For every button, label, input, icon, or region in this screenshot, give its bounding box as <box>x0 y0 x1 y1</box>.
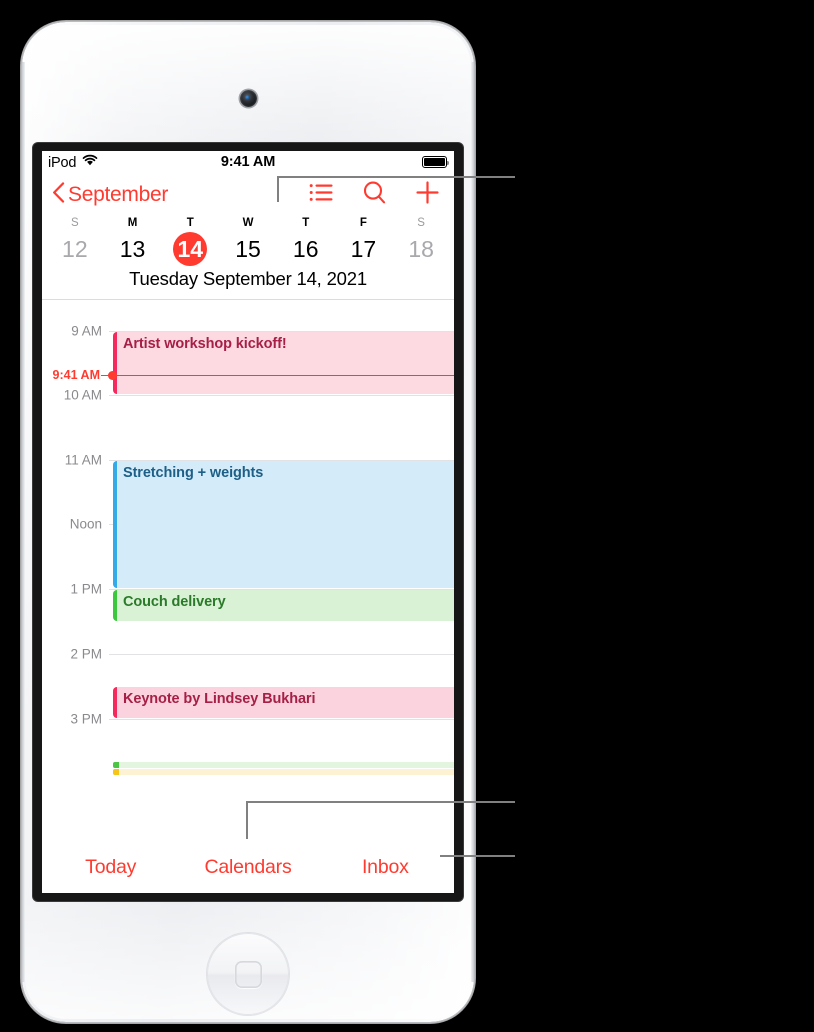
ipod-touch-device: iPod 9:41 AM September S M T W T F S 12 … <box>22 22 474 1022</box>
callout-inbox-horizontal <box>440 855 515 857</box>
screen-bezel: iPod 9:41 AM September S M T W T F S 12 … <box>33 143 463 901</box>
weekday-header-0: S <box>71 217 79 229</box>
calendar-event[interactable]: Stretching + weights <box>113 461 454 588</box>
today-button[interactable]: Today <box>42 856 179 879</box>
bottom-toolbar: Today Calendars Inbox <box>42 841 454 893</box>
hour-label: 11 AM <box>64 452 102 468</box>
day-cell-18[interactable]: 18 <box>392 231 450 265</box>
status-bar: iPod 9:41 AM <box>42 151 454 173</box>
battery-tip <box>447 160 450 166</box>
hour-label: 9 AM <box>71 323 102 339</box>
day-cell-12[interactable]: 12 <box>46 231 104 265</box>
camera-lens <box>244 94 250 100</box>
home-button-square-icon <box>235 961 262 988</box>
day-timeline[interactable]: 9 AM 10 AM 11 AM Noon 1 PM 2 PM 3 PM Artist wor… <box>42 300 454 809</box>
hour-label: 2 PM <box>70 646 102 662</box>
weekday-header-3: W <box>242 217 254 229</box>
day-number-label: 17 <box>350 235 377 262</box>
list-view-button[interactable] <box>309 182 334 208</box>
calendar-event[interactable]: Artist workshop kickoff! <box>113 332 454 394</box>
weekday-header-5: F <box>359 217 367 229</box>
calendar-event[interactable] <box>113 762 454 768</box>
battery-full-icon <box>422 156 450 168</box>
hour-gridline <box>109 719 454 720</box>
event-title: Keynote by Lindsey Bukhari <box>123 691 316 707</box>
nav-bar-actions <box>309 180 442 210</box>
front-camera-icon <box>239 90 257 107</box>
day-number-label: 14 <box>173 232 208 266</box>
event-color-bar <box>113 762 119 768</box>
callout-list-view-horizontal <box>277 176 515 178</box>
hour-label: 10 AM <box>63 387 102 403</box>
inbox-button[interactable]: Inbox <box>317 856 454 879</box>
search-button[interactable] <box>362 180 387 210</box>
day-cell-16[interactable]: 16 <box>277 231 335 265</box>
chevron-left-icon <box>52 182 65 209</box>
status-bar-right <box>422 156 450 168</box>
event-color-bar <box>113 769 119 775</box>
device-edge-right <box>471 62 474 982</box>
screen: iPod 9:41 AM September S M T W T F S 12 … <box>42 151 454 893</box>
event-color-bar <box>113 687 117 718</box>
calendars-button[interactable]: Calendars <box>179 856 316 879</box>
day-number-label: 16 <box>292 235 319 262</box>
battery-fill <box>424 158 445 166</box>
calendar-event[interactable] <box>113 769 454 775</box>
calendar-event[interactable]: Keynote by Lindsey Bukhari <box>113 687 454 718</box>
event-title: Artist workshop kickoff! <box>123 336 287 352</box>
week-strip: S M T W T F S 12 13 14 15 16 17 18 Tuesday September… <box>42 217 454 299</box>
day-cell-13[interactable]: 13 <box>104 231 162 265</box>
wifi-icon <box>82 154 98 170</box>
status-bar-time: 9:41 AM <box>220 154 276 170</box>
hour-label: 3 PM <box>70 711 102 727</box>
back-button-label: September <box>68 183 169 206</box>
hour-gridline <box>109 654 454 655</box>
callout-calendars-vertical <box>246 801 248 839</box>
weekday-header-6: S <box>417 217 425 229</box>
hour-label: 1 PM <box>70 581 102 597</box>
current-time-label: 9:41 AM <box>52 368 100 382</box>
home-button[interactable] <box>207 933 289 1015</box>
day-cell-15[interactable]: 15 <box>219 231 277 265</box>
add-event-button[interactable] <box>415 180 440 210</box>
day-cell-17[interactable]: 17 <box>335 231 393 265</box>
day-number-label: 18 <box>408 235 434 262</box>
callout-calendars-horizontal <box>246 801 515 803</box>
calendar-event[interactable]: Couch delivery <box>113 590 454 621</box>
day-number-label: 13 <box>119 235 146 262</box>
event-color-bar <box>113 590 117 621</box>
weekday-header-1: M <box>127 217 138 229</box>
status-bar-left: iPod <box>48 154 98 171</box>
event-title: Couch delivery <box>123 594 226 610</box>
current-time-line <box>116 374 454 376</box>
event-color-bar <box>113 332 117 394</box>
callout-list-view-vertical <box>277 176 279 202</box>
back-to-september-button[interactable]: September <box>52 181 168 209</box>
day-number-label: 12 <box>62 235 88 262</box>
device-edge-left <box>22 62 25 982</box>
day-number-label: 15 <box>235 235 261 262</box>
hour-label: Noon <box>69 516 102 532</box>
day-cell-14[interactable]: 14 <box>161 231 219 266</box>
navigation-bar: September <box>42 173 454 217</box>
weekday-header-row: SMTWTFS <box>46 217 450 231</box>
weekday-header-2: T <box>186 217 194 229</box>
event-color-bar <box>113 461 117 588</box>
hour-gridline <box>109 395 454 396</box>
day-number-row: 12 13 14 15 16 17 18 <box>46 231 450 266</box>
weekday-header-4: T <box>302 217 310 229</box>
carrier-label: iPod <box>48 155 77 171</box>
event-title: Stretching + weights <box>123 465 264 481</box>
selected-date-headline: Tuesday September 14, 2021 <box>129 268 367 289</box>
